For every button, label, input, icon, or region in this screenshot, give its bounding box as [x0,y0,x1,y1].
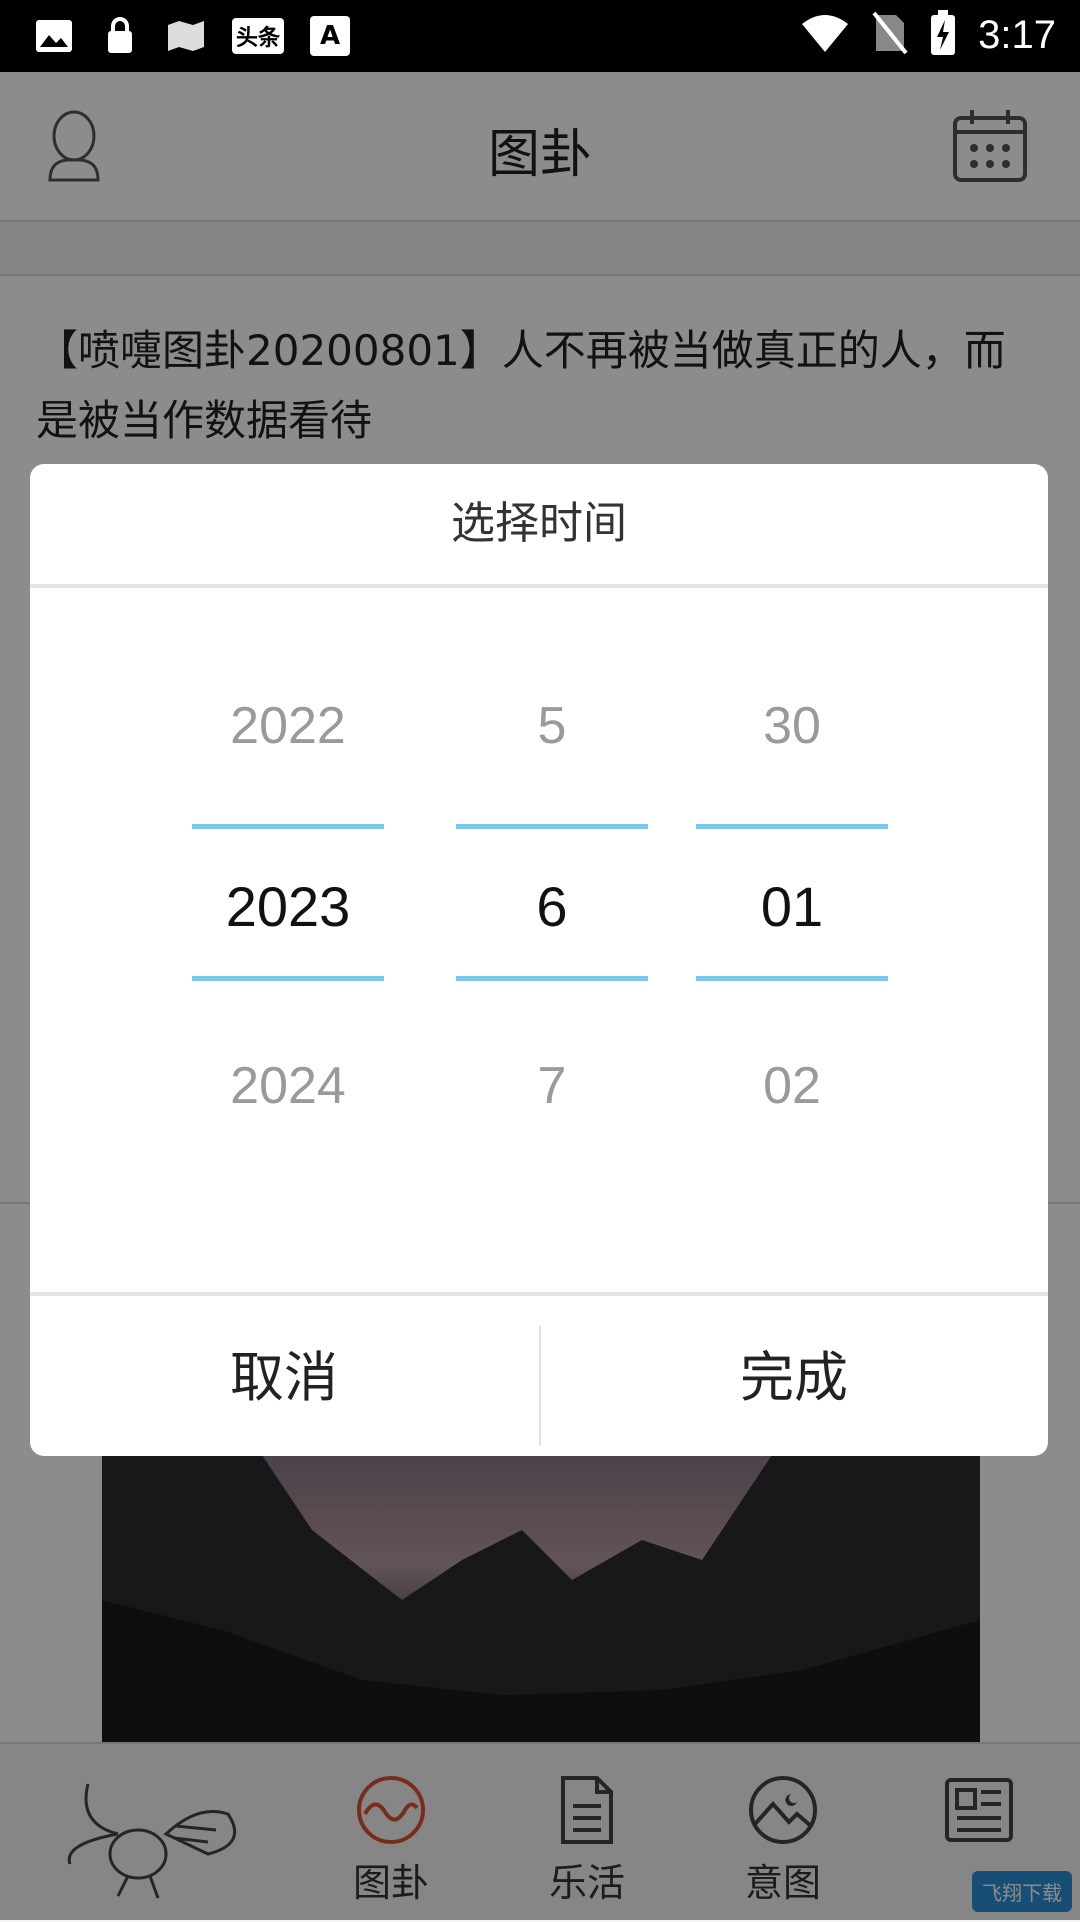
date-picker-wheels: 2022 2023 2024 5 6 7 30 01 02 [30,588,1048,1292]
clock: 3:17 [978,12,1056,57]
system-icons: 3:17 [800,10,1056,60]
day-prev[interactable]: 30 [696,696,888,756]
battery-charging-icon [930,10,956,60]
selection-line [192,824,384,829]
dialog-title: 选择时间 [30,464,1048,588]
year-next[interactable]: 2024 [192,1056,384,1116]
no-sim-icon [872,11,908,59]
date-picker-dialog: 选择时间 2022 2023 2024 5 6 7 30 01 02 取消 完成 [30,464,1048,1456]
month-wheel[interactable]: 5 6 7 [456,588,648,1292]
image-icon [34,16,74,56]
year-wheel[interactable]: 2022 2023 2024 [192,588,384,1292]
selection-line [696,824,888,829]
selection-line [456,976,648,981]
month-next[interactable]: 7 [456,1056,648,1116]
toutiao-icon: 头条 [232,18,285,54]
month-prev[interactable]: 5 [456,696,648,756]
lock-app-icon [100,16,140,56]
font-app-icon: A [310,16,351,56]
selection-line [696,976,888,981]
day-selected[interactable]: 01 [696,874,888,939]
selection-line [456,824,648,829]
status-bar: 头条 A 3:17 [0,0,1080,72]
cancel-button[interactable]: 取消 [30,1296,538,1456]
day-next[interactable]: 02 [696,1056,888,1116]
year-prev[interactable]: 2022 [192,696,384,756]
map-icon [166,16,206,56]
dialog-actions: 取消 完成 [30,1292,1048,1456]
day-wheel[interactable]: 30 01 02 [696,588,888,1292]
year-selected[interactable]: 2023 [192,874,384,939]
month-selected[interactable]: 6 [456,874,648,939]
notification-icons: 头条 A [34,16,351,56]
confirm-button[interactable]: 完成 [540,1296,1048,1456]
selection-line [192,976,384,981]
wifi-icon [800,12,850,58]
